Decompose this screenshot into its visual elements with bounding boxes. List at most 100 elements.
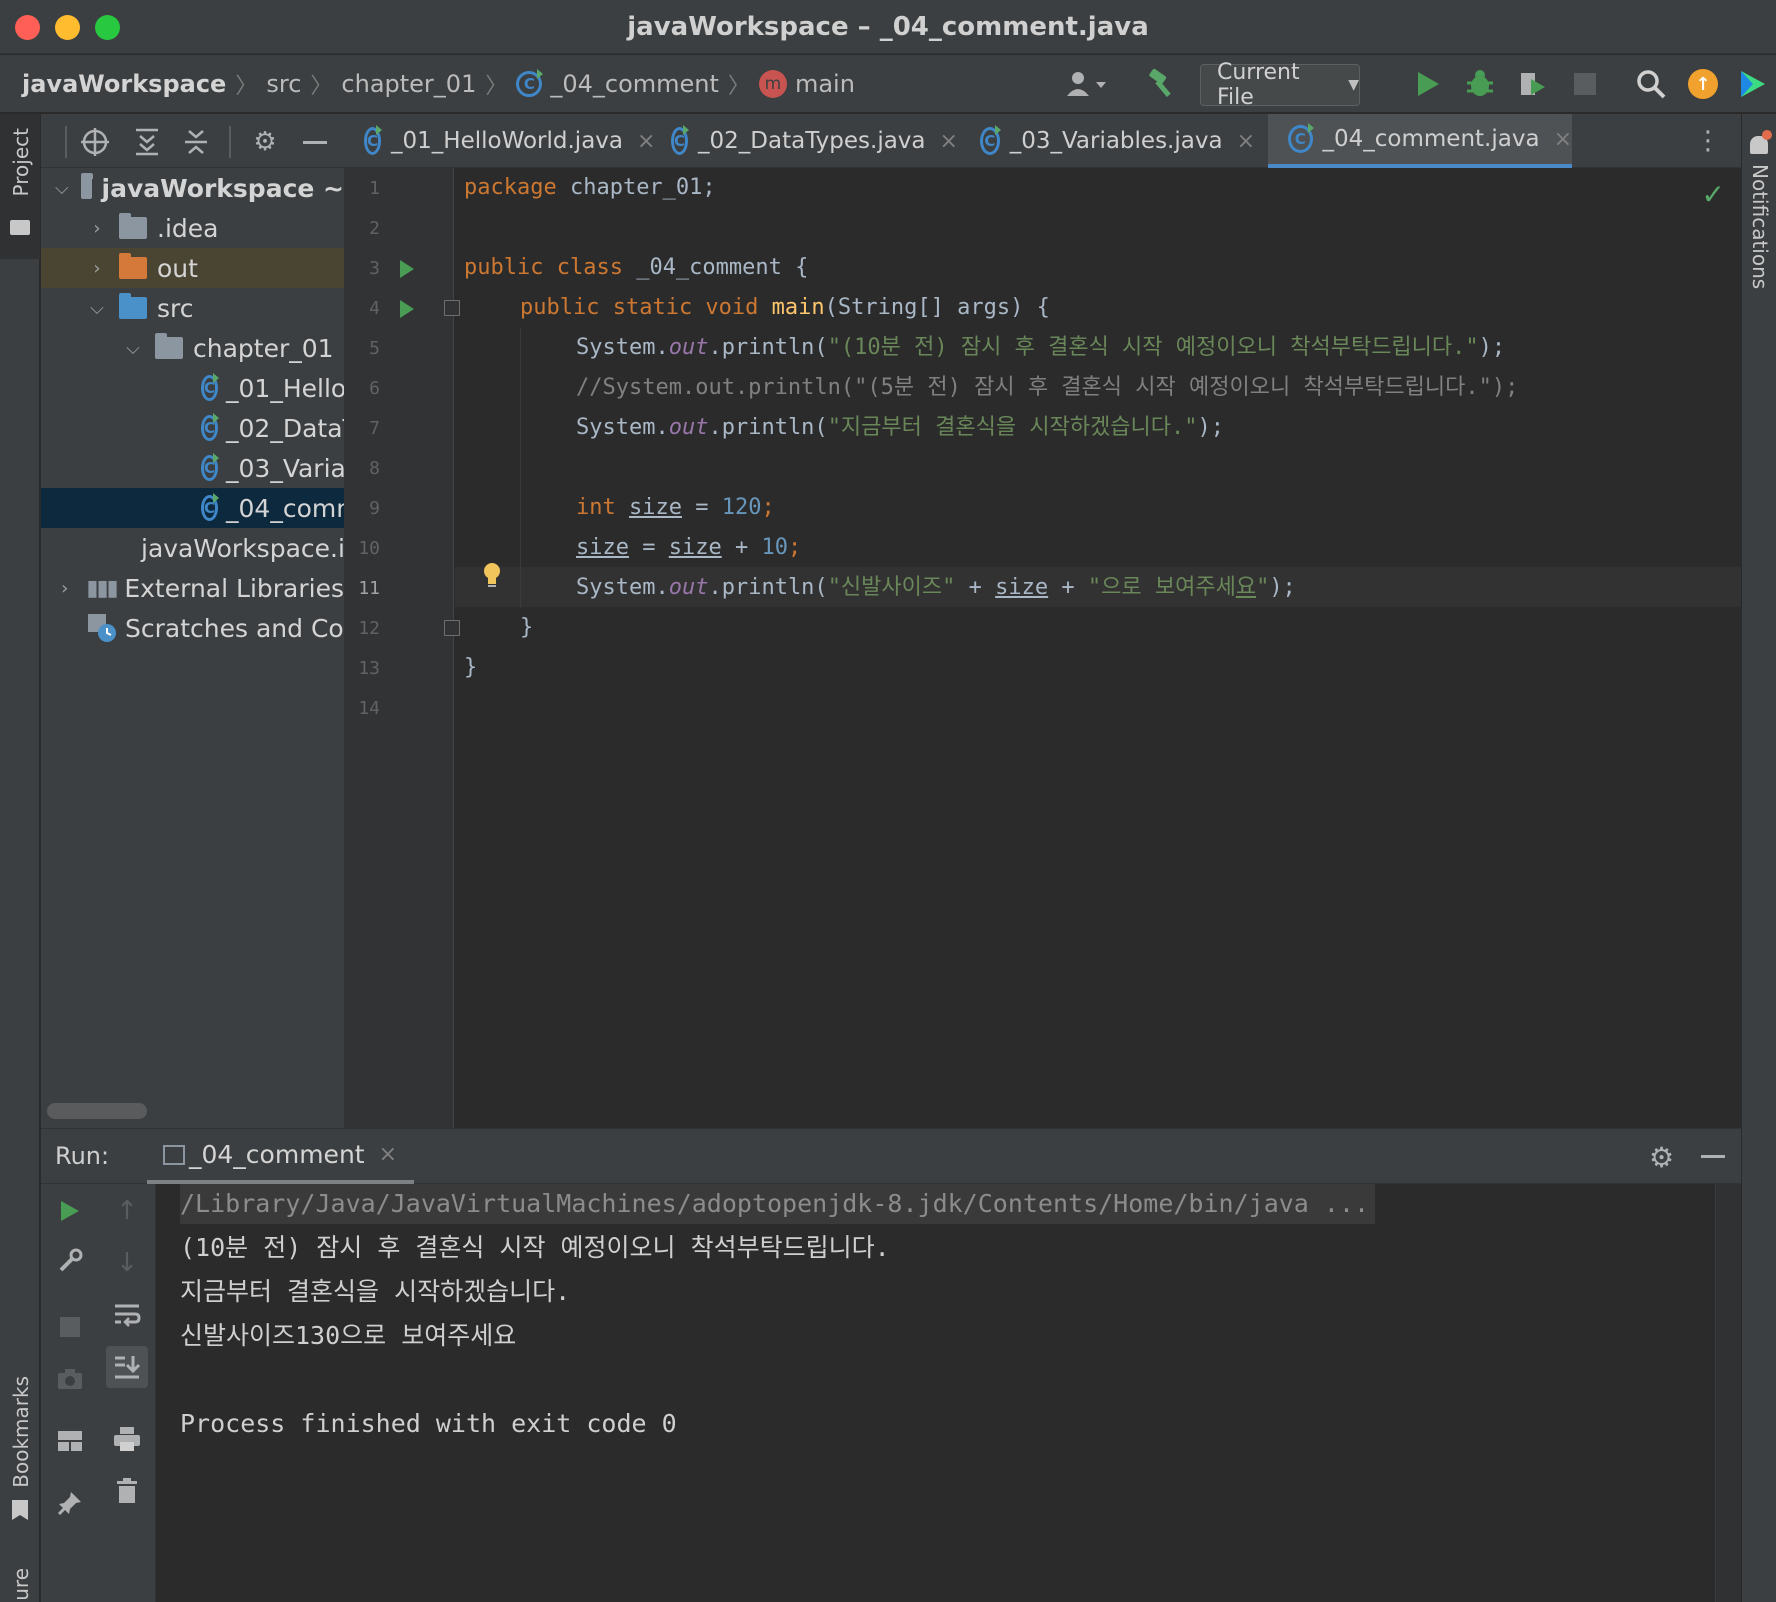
tree-item-idea[interactable]: › .idea xyxy=(41,208,344,248)
user-account-icon[interactable] xyxy=(1060,68,1112,100)
project-tool-window-button[interactable]: Project xyxy=(0,114,40,259)
tree-item-label: _03_Variables xyxy=(226,453,344,483)
tree-item-02-datatypes[interactable]: C _02_DataTypes xyxy=(41,408,344,448)
notifications-tool-window-button[interactable]: Notifications xyxy=(1748,164,1772,289)
line-number: 8 xyxy=(369,458,380,479)
build-hammer-icon[interactable] xyxy=(1144,68,1180,100)
chevron-down-icon: ⌵ xyxy=(90,297,104,319)
hide-panel-icon[interactable] xyxy=(1701,1155,1725,1158)
expand-all-icon[interactable] xyxy=(131,126,163,158)
close-icon[interactable]: × xyxy=(1237,129,1255,154)
code-line-7: System.out.println("지금부터 결혼식을 시작하겠습니다.")… xyxy=(576,415,1225,440)
run-configuration-dropdown[interactable]: Current File ▼ xyxy=(1200,60,1360,110)
hide-panel-icon[interactable] xyxy=(299,126,331,158)
source-folder-icon xyxy=(119,293,147,319)
trash-icon[interactable] xyxy=(110,1474,144,1508)
tree-item-chapter-01[interactable]: ⌵ chapter_01 xyxy=(41,328,344,368)
line-number: 12 xyxy=(358,618,380,639)
tree-item-label: javaWorkspace ~ xyxy=(101,173,345,203)
search-icon[interactable] xyxy=(1634,68,1668,100)
bookmarks-tool-window-button[interactable]: Bookmarks xyxy=(9,1376,33,1488)
tree-item-project-root[interactable]: ⌵ javaWorkspace ~ xyxy=(41,168,344,208)
run-tab-04-comment[interactable]: _04_comment × xyxy=(147,1129,414,1184)
tab-label: _02_DataTypes.java xyxy=(698,128,926,154)
breadcrumb-method[interactable]: m main xyxy=(758,70,855,98)
folder-icon xyxy=(10,220,30,235)
stop-icon[interactable] xyxy=(1570,68,1600,100)
fold-marker-icon[interactable] xyxy=(444,620,460,636)
tree-item-external-libraries[interactable]: › ▮▮▮ External Libraries xyxy=(41,568,344,608)
run-with-coverage-icon[interactable] xyxy=(1514,68,1550,100)
tree-item-label: javaWorkspace.iml xyxy=(141,533,344,563)
run-tab-label: _04_comment xyxy=(189,1140,365,1169)
fold-marker-icon[interactable] xyxy=(444,300,460,316)
project-horizontal-scrollbar[interactable] xyxy=(47,1103,147,1119)
layout-icon[interactable] xyxy=(53,1424,87,1458)
tree-item-label: chapter_01 xyxy=(193,333,334,363)
structure-tool-window-button[interactable]: ure xyxy=(9,1568,33,1601)
gear-icon[interactable]: ⚙ xyxy=(1649,1141,1674,1174)
tree-item-label: Scratches and Consoles xyxy=(125,613,344,643)
code-line-4: public static void main(String[] args) { xyxy=(520,295,1050,320)
chevron-down-icon: ⌵ xyxy=(126,337,140,359)
arrow-up-icon[interactable]: ↑ xyxy=(110,1194,144,1228)
jetbrains-logo-icon[interactable] xyxy=(1736,68,1770,100)
tree-item-scratches[interactable]: Scratches and Consoles xyxy=(41,608,344,648)
breadcrumb-src[interactable]: src xyxy=(266,70,301,98)
code-editor[interactable]: 1 2 3 4 5 6 7 8 9 10 11 12 13 14 ✓ packa… xyxy=(344,168,1741,1128)
close-icon[interactable]: × xyxy=(379,1142,397,1167)
pin-icon[interactable] xyxy=(53,1486,87,1520)
scroll-to-end-icon[interactable] xyxy=(106,1346,148,1388)
print-icon[interactable] xyxy=(110,1422,144,1456)
console-vertical-scrollbar[interactable] xyxy=(1715,1184,1741,1602)
tab-04-comment[interactable]: C _04_comment.java × xyxy=(1268,114,1572,168)
tree-item-src[interactable]: ⌵ src xyxy=(41,288,344,328)
line-number: 7 xyxy=(369,418,380,439)
camera-icon[interactable] xyxy=(53,1362,87,1396)
tab-02-datatypes[interactable]: C _02_DataTypes.java × xyxy=(651,114,958,168)
breadcrumb: javaWorkspace 〉 src 〉 chapter_01 〉 C _04… xyxy=(22,68,855,100)
toolbar-divider xyxy=(229,126,231,158)
stop-icon[interactable] xyxy=(53,1310,87,1344)
lightbulb-icon[interactable] xyxy=(482,562,502,588)
line-number: 13 xyxy=(358,658,380,679)
breadcrumb-project[interactable]: javaWorkspace xyxy=(22,70,226,98)
run-panel-header: Run: _04_comment × ⚙ xyxy=(41,1128,1741,1184)
close-icon[interactable]: × xyxy=(940,129,958,154)
breadcrumb-package[interactable]: chapter_01 xyxy=(341,70,476,98)
tab-01-helloworld[interactable]: C _01_HelloWorld.java × xyxy=(344,114,655,168)
run-icon[interactable] xyxy=(1412,68,1444,100)
close-icon[interactable]: × xyxy=(1554,127,1572,152)
tab-03-variables[interactable]: C _03_Variables.java × xyxy=(960,114,1255,168)
tree-item-iml[interactable]: javaWorkspace.iml xyxy=(41,528,344,568)
tree-item-04-comment[interactable]: C _04_comment xyxy=(41,488,344,528)
editor-tabs: C _01_HelloWorld.java × C _02_DataTypes.… xyxy=(344,114,1741,168)
code-line-10: size = size + 10; xyxy=(576,535,802,560)
editor-gutter: 1 2 3 4 5 6 7 8 9 10 11 12 13 14 xyxy=(344,168,454,1128)
package-icon xyxy=(155,333,183,359)
tree-item-label: src xyxy=(157,293,194,323)
more-vertical-icon[interactable]: ⋮ xyxy=(1695,126,1721,156)
collapse-all-icon[interactable] xyxy=(180,126,212,158)
rerun-icon[interactable] xyxy=(53,1194,87,1228)
code-line-13: } xyxy=(464,655,478,680)
gear-icon[interactable]: ⚙ xyxy=(249,126,281,158)
breadcrumb-class[interactable]: C _04_comment xyxy=(516,69,719,98)
chevron-right-icon: › xyxy=(93,257,101,279)
run-gutter-icon[interactable] xyxy=(400,300,414,318)
select-opened-file-icon[interactable] xyxy=(79,126,111,158)
wrench-icon[interactable] xyxy=(53,1244,87,1278)
tree-item-01-helloworld[interactable]: C _01_HelloWorld xyxy=(41,368,344,408)
debug-bug-icon[interactable] xyxy=(1462,68,1498,100)
run-gutter-icon[interactable] xyxy=(400,260,414,278)
soft-wrap-icon[interactable] xyxy=(110,1298,144,1332)
arrow-down-icon[interactable]: ↓ xyxy=(110,1246,144,1280)
navigation-bar: javaWorkspace 〉 src 〉 chapter_01 〉 C _04… xyxy=(0,55,1776,113)
java-class-icon: C xyxy=(671,125,690,155)
folder-icon xyxy=(119,213,147,239)
tree-item-out[interactable]: › out xyxy=(41,248,344,288)
project-toolbar: ⚙ xyxy=(41,114,344,168)
tree-item-03-variables[interactable]: C _03_Variables xyxy=(41,448,344,488)
run-console[interactable]: /Library/Java/JavaVirtualMachines/adopto… xyxy=(156,1184,1741,1602)
update-arrow-icon[interactable]: ↑ xyxy=(1686,68,1720,100)
